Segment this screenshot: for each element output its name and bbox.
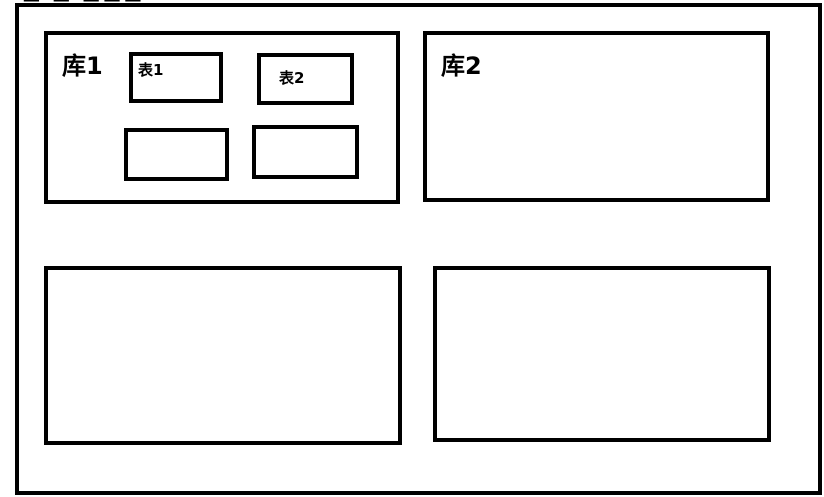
db1-label: 库1 — [62, 52, 103, 80]
db2-label: 库2 — [441, 52, 482, 80]
db1-table-3 — [124, 128, 229, 181]
db4-box — [433, 266, 771, 442]
db1-table-2 — [257, 53, 354, 105]
db1-table-2-label: 表2 — [279, 69, 305, 87]
db3-box — [44, 266, 402, 445]
db1-table-4 — [252, 125, 359, 179]
db1-table-1-label: 表1 — [138, 61, 164, 79]
diagram-canvas: ▬ ▬ ▬▬▬ 库1 表1 表2 库2 — [0, 0, 824, 497]
